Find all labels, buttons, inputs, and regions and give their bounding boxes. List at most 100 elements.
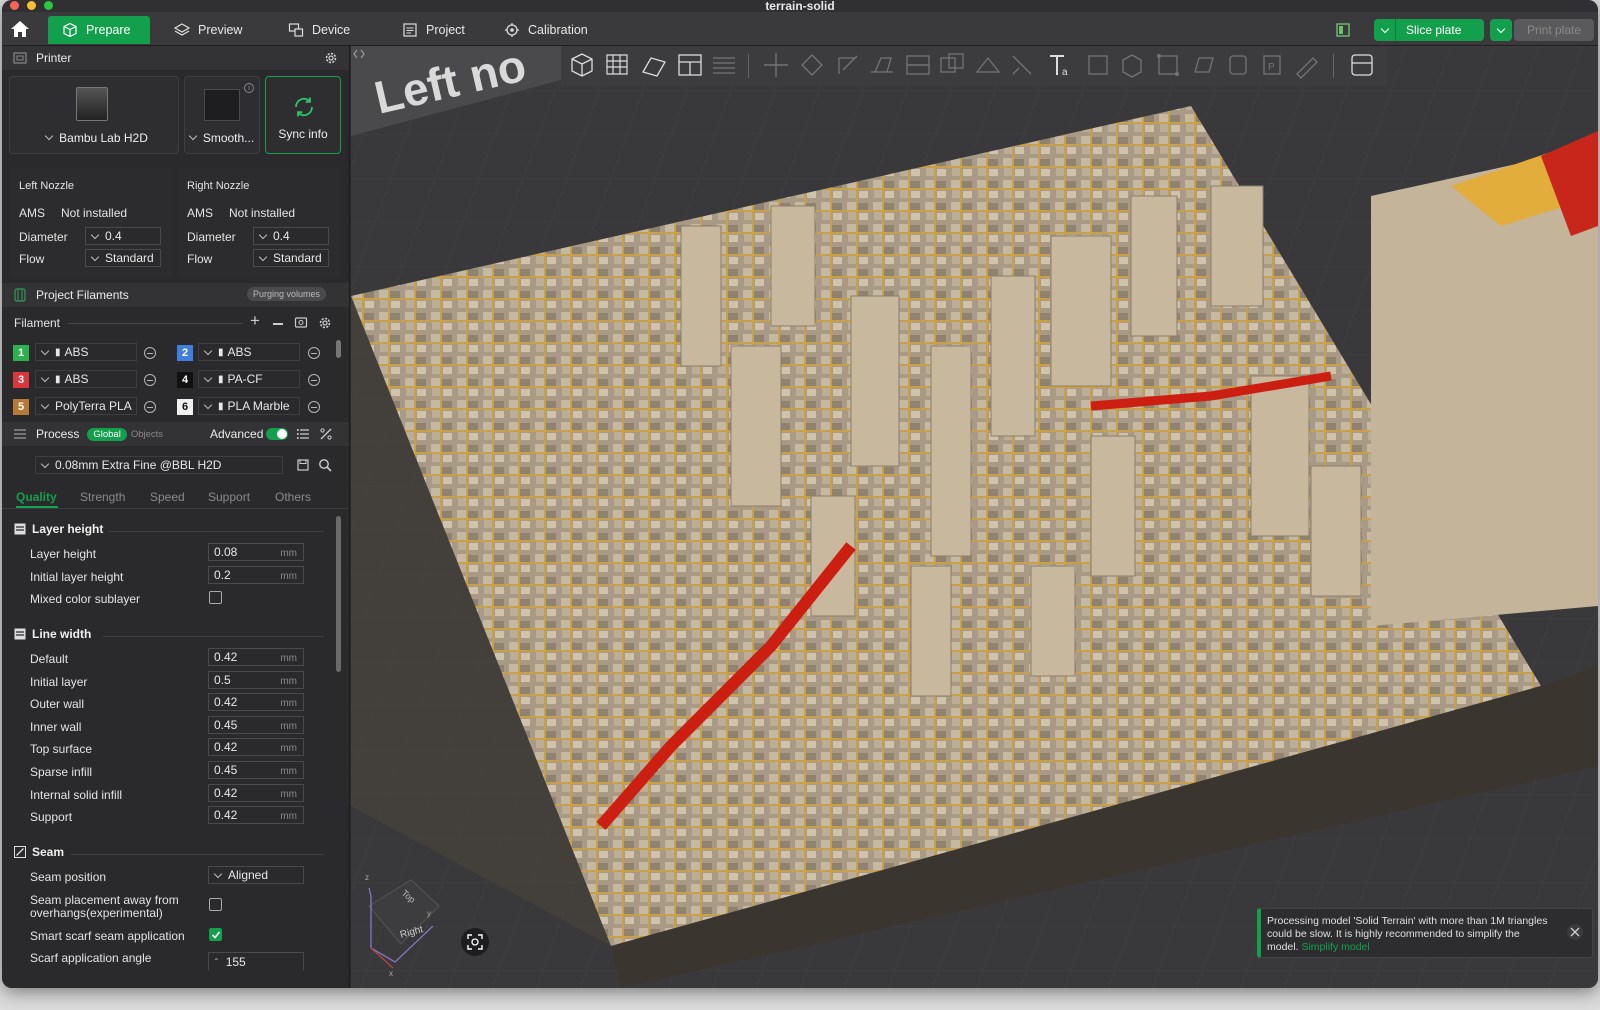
filament-swatch-6[interactable]: 6 [177, 399, 193, 415]
axis-gizmo[interactable]: Top Right z y x [361, 866, 441, 976]
filament-select-6[interactable]: ▮ PLA Marble [198, 397, 300, 415]
global-toggle[interactable]: Global [87, 427, 127, 441]
tab-speed[interactable]: Speed [150, 490, 185, 504]
line-width-input[interactable]: 0.5 mm [208, 670, 304, 689]
tab-project[interactable]: Project [388, 16, 479, 44]
line-width-input[interactable]: 0.45 mm [208, 715, 304, 734]
smart-scarf-checkbox[interactable] [209, 928, 222, 941]
arrange-icon[interactable] [675, 50, 705, 80]
tab-device[interactable]: Device [274, 16, 364, 44]
add-filament-icon[interactable]: + [250, 312, 260, 329]
support-paint-icon[interactable] [973, 50, 1003, 80]
tab-others[interactable]: Others [275, 490, 311, 504]
add-object-icon[interactable] [567, 50, 597, 80]
initial-layer-height-input[interactable]: 0.2 mm [208, 566, 304, 584]
seam-position-select[interactable]: Aligned [208, 866, 304, 884]
measure-icon[interactable] [1117, 50, 1147, 80]
plate-view-icon[interactable] [1336, 23, 1350, 37]
advanced-switch[interactable] [266, 428, 288, 440]
brim-ears-icon[interactable] [1223, 50, 1253, 80]
filament-swatch-2[interactable]: 2 [177, 345, 193, 361]
print-dropdown-icon[interactable] [1490, 19, 1512, 41]
mixed-color-sublayer-checkbox[interactable] [209, 591, 222, 604]
scarf-angle-input[interactable]: ⌃ 155 [208, 952, 304, 970]
filament-select-4[interactable]: ▮ PA-CF [198, 370, 300, 388]
search-icon[interactable] [318, 458, 332, 472]
process-preset-select[interactable]: 0.08mm Extra Fine @BBL H2D [35, 456, 283, 474]
layer-height-input[interactable]: 0.08 mm [208, 543, 304, 561]
filament-select-5[interactable]: PolyTerra PLA [35, 397, 137, 415]
collapse-sidebar-icon[interactable] [353, 48, 365, 60]
filament-swatch-3[interactable]: 3 [13, 372, 29, 388]
svg-tool-icon[interactable] [1083, 50, 1113, 80]
line-width-input[interactable]: 0.42 mm [208, 806, 304, 825]
scale-icon[interactable] [833, 50, 863, 80]
settings-scrollbar[interactable] [336, 516, 341, 672]
line-width-input[interactable]: 0.45 mm [208, 761, 304, 779]
sync-info-button[interactable]: Sync info [265, 76, 341, 154]
filament-select-1[interactable]: ▮ ABS [35, 343, 137, 361]
remove-filament-icon[interactable] [273, 323, 283, 325]
cut-icon[interactable] [903, 50, 933, 80]
printer-settings-gear-icon[interactable] [324, 51, 338, 65]
right-diameter-select[interactable]: 0.4 [253, 227, 329, 245]
view-reset-button[interactable] [461, 928, 489, 956]
left-flow-select[interactable]: Standard [85, 249, 161, 267]
rotate-icon[interactable] [797, 50, 827, 80]
slice-plate-button[interactable]: Slice plate [1374, 19, 1484, 41]
line-width-input[interactable]: 0.42 mm [208, 738, 304, 757]
list-view-icon[interactable] [296, 427, 310, 441]
close-icon[interactable] [1566, 923, 1584, 941]
tab-calibration[interactable]: Calibration [490, 16, 602, 44]
simplify-model-link[interactable]: Simplify model [1301, 941, 1369, 953]
filament-swatch-4[interactable]: 4 [177, 372, 193, 388]
mesh-boolean-icon[interactable] [937, 50, 967, 80]
left-diameter-select[interactable]: 0.4 [85, 227, 161, 245]
tab-quality[interactable]: Quality [16, 490, 57, 504]
print-plate-button[interactable]: Print plate [1514, 19, 1594, 41]
purging-volumes-button[interactable]: Purging volumes [246, 287, 326, 301]
filament-select-2[interactable]: ▮ ABS [198, 343, 300, 361]
info-icon[interactable]: i [244, 83, 254, 93]
seam-paint-icon[interactable] [1007, 50, 1037, 80]
printer-selector[interactable]: Bambu Lab H2D [9, 76, 179, 154]
filament-remove-icon-6[interactable] [308, 401, 320, 413]
filament-remove-icon-2[interactable] [308, 347, 320, 359]
filament-remove-icon-4[interactable] [308, 374, 320, 386]
filament-settings-gear-icon[interactable] [318, 316, 332, 330]
color-paint-icon[interactable] [1291, 50, 1321, 80]
assembly-icon[interactable] [1153, 50, 1183, 80]
move-icon[interactable] [761, 50, 791, 80]
line-width-input[interactable]: 0.42 mm [208, 648, 304, 666]
tab-strength[interactable]: Strength [80, 490, 125, 504]
add-plate-icon[interactable] [603, 50, 633, 80]
filament-remove-icon-3[interactable] [144, 374, 156, 386]
slice-dropdown-icon[interactable] [1374, 19, 1396, 41]
home-icon[interactable] [10, 19, 30, 39]
filament-remove-icon-1[interactable] [144, 347, 156, 359]
lay-on-face-icon[interactable] [867, 50, 897, 80]
seam-away-checkbox[interactable] [209, 898, 222, 911]
fuzzy-skin-icon[interactable]: P [1257, 50, 1287, 80]
plate-type-selector[interactable]: i Smooth... [184, 76, 260, 154]
filament-swatch-1[interactable]: 1 [13, 345, 29, 361]
right-flow-select[interactable]: Standard [253, 249, 329, 267]
tab-preview[interactable]: Preview [160, 16, 256, 44]
auto-orient-icon[interactable] [639, 50, 669, 80]
variable-layer-icon[interactable] [1189, 50, 1219, 80]
save-preset-icon[interactable] [296, 458, 310, 472]
objects-toggle[interactable]: Objects [131, 429, 163, 440]
3d-viewport[interactable]: Left no a P Top Right z y x Processing m… [351, 46, 1598, 988]
tab-support[interactable]: Support [208, 490, 250, 504]
emboss-icon[interactable] [1347, 50, 1377, 80]
filament-sync-icon[interactable] [294, 316, 308, 330]
filament-remove-icon-5[interactable] [144, 401, 156, 413]
tab-prepare[interactable]: Prepare [48, 16, 150, 44]
filament-swatch-5[interactable]: 5 [13, 399, 29, 415]
text-tool-icon[interactable]: a [1045, 50, 1075, 80]
line-width-input[interactable]: 0.42 mm [208, 693, 304, 712]
filament-select-3[interactable]: ▮ ABS [35, 370, 137, 388]
split-icon[interactable] [709, 50, 739, 80]
line-width-input[interactable]: 0.42 mm [208, 783, 304, 802]
filament-scrollbar[interactable] [336, 340, 341, 358]
